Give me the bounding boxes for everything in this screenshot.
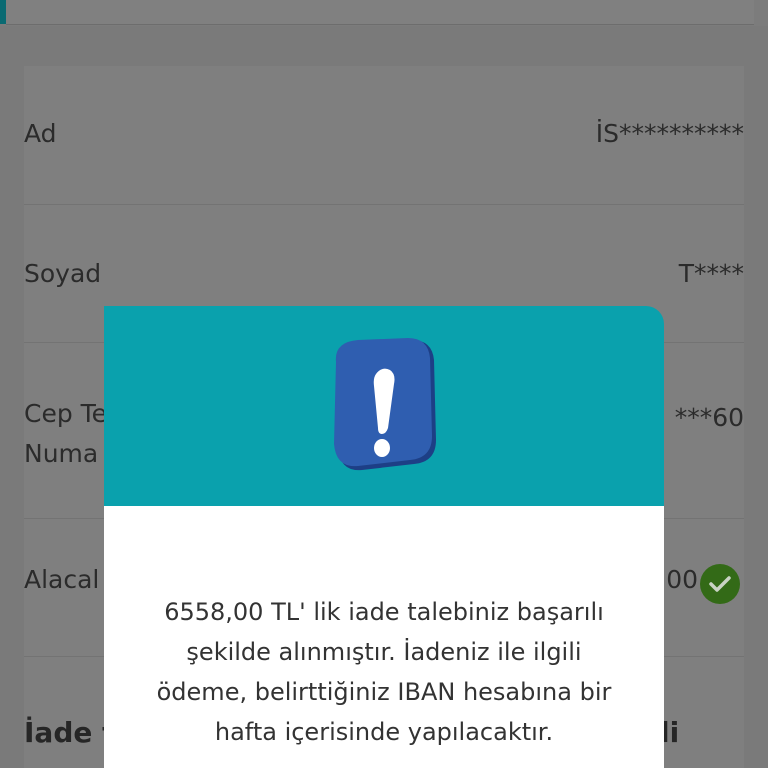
detail-label-line1: Cep Te xyxy=(24,399,108,428)
detail-value: T**** xyxy=(678,259,744,288)
detail-value: 00 xyxy=(666,565,698,594)
detail-label: Ad xyxy=(24,119,57,148)
modal-header xyxy=(104,306,664,506)
detail-label: Alacal xyxy=(24,565,100,594)
modal-body: 6558,00 TL' lik iade talebiniz başarılı … xyxy=(104,506,664,768)
detail-label-line2: Numa xyxy=(24,439,99,468)
message-line: ödeme, belirttiğiniz IBAN hesabına bir xyxy=(156,678,612,706)
check-circle-icon xyxy=(700,564,740,604)
top-header-field xyxy=(6,0,754,25)
alert-exclamation-icon xyxy=(328,336,440,474)
message-line: şekilde alınmıştır. İadeniz ile ilgili xyxy=(186,638,582,666)
message-line: 6558,00 TL' lik iade talebiniz başarılı xyxy=(164,598,604,626)
message-line: hafta içerisinde yapılacaktır. xyxy=(214,718,554,746)
detail-row-name: Ad İS********** xyxy=(24,66,744,205)
top-header-accent xyxy=(0,0,6,24)
refund-message: 6558,00 TL' lik iade talebiniz başarılı … xyxy=(124,592,644,752)
detail-value: İS********** xyxy=(595,119,744,148)
top-header-bar xyxy=(0,0,768,26)
detail-label: Cep Te Numa xyxy=(24,394,107,474)
section-heading: İade t xyxy=(24,716,116,749)
refund-success-modal: 6558,00 TL' lik iade talebiniz başarılı … xyxy=(104,306,664,768)
detail-value: ***60 xyxy=(674,403,744,432)
detail-label: Soyad xyxy=(24,259,102,288)
